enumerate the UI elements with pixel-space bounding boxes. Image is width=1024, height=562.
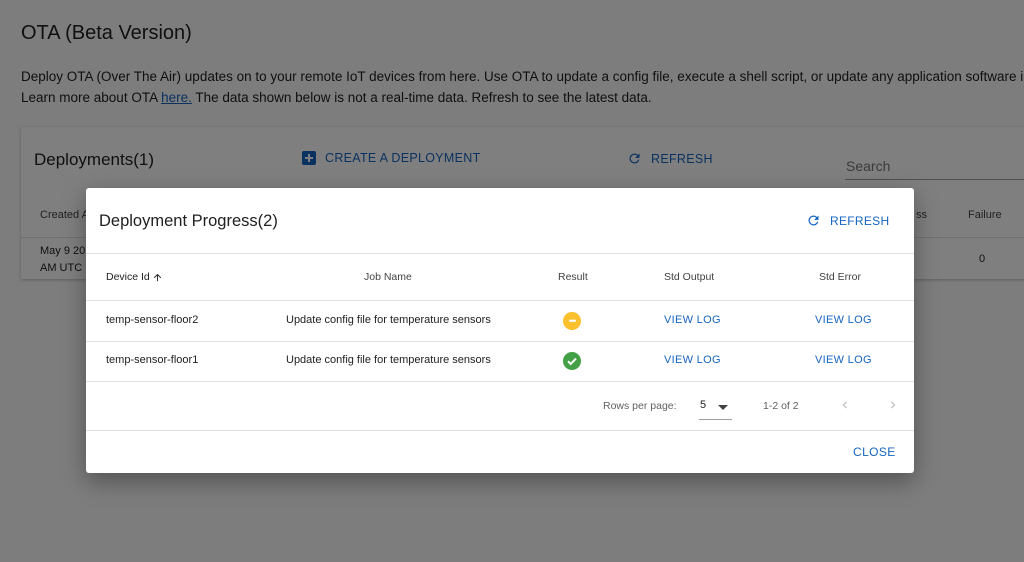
device-id-cell: temp-sensor-floor2 (106, 314, 199, 326)
more-horizontal-circle-icon (563, 312, 581, 330)
th-job-name: Job Name (364, 271, 412, 283)
rows-per-page-value: 5 (700, 399, 707, 411)
chevron-right-icon[interactable] (886, 398, 900, 412)
caret-down-icon (718, 405, 728, 410)
actions-divider (86, 430, 914, 431)
chevron-left-icon[interactable] (838, 398, 852, 412)
row-divider (86, 381, 914, 382)
std-output-view-log-link[interactable]: VIEW LOG (664, 354, 721, 366)
rows-per-page-select[interactable]: 5 (699, 396, 732, 420)
th-device-id[interactable]: Device Id (106, 271, 163, 283)
check-mark (567, 357, 577, 366)
th-result: Result (558, 271, 588, 283)
th-device-id-label: Device Id (106, 271, 150, 283)
arrow-up-icon (153, 273, 161, 281)
std-error-view-log-link[interactable]: VIEW LOG (815, 314, 872, 326)
check-circle-icon (563, 352, 581, 370)
dialog-refresh-button[interactable]: REFRESH (806, 213, 889, 228)
job-name-cell: Update config file for temperature senso… (286, 314, 491, 326)
std-error-view-log-link[interactable]: VIEW LOG (815, 354, 872, 366)
table-row: temp-sensor-floor2 Update config file fo… (86, 301, 914, 341)
refresh-icon (808, 215, 819, 226)
job-name-cell: Update config file for temperature senso… (286, 354, 491, 366)
ota-page: OTA (Beta Version) Deploy OTA (Over The … (0, 0, 1024, 562)
th-std-error: Std Error (819, 271, 862, 283)
close-button[interactable]: CLOSE (853, 445, 896, 459)
table-row: temp-sensor-floor1 Update config file fo… (86, 341, 914, 381)
deployment-progress-dialog: Deployment Progress(2) REFRESH Device Id… (86, 188, 914, 473)
dialog-refresh-label: REFRESH (830, 213, 890, 228)
rows-per-page-label: Rows per page: (603, 400, 677, 412)
title-divider (86, 253, 914, 254)
th-std-output: Std Output (664, 271, 715, 283)
pagination-range: 1-2 of 2 (763, 400, 799, 412)
dialog-title: Deployment Progress(2) (99, 212, 278, 230)
std-output-view-log-link[interactable]: VIEW LOG (664, 314, 721, 326)
device-id-cell: temp-sensor-floor1 (106, 354, 199, 366)
